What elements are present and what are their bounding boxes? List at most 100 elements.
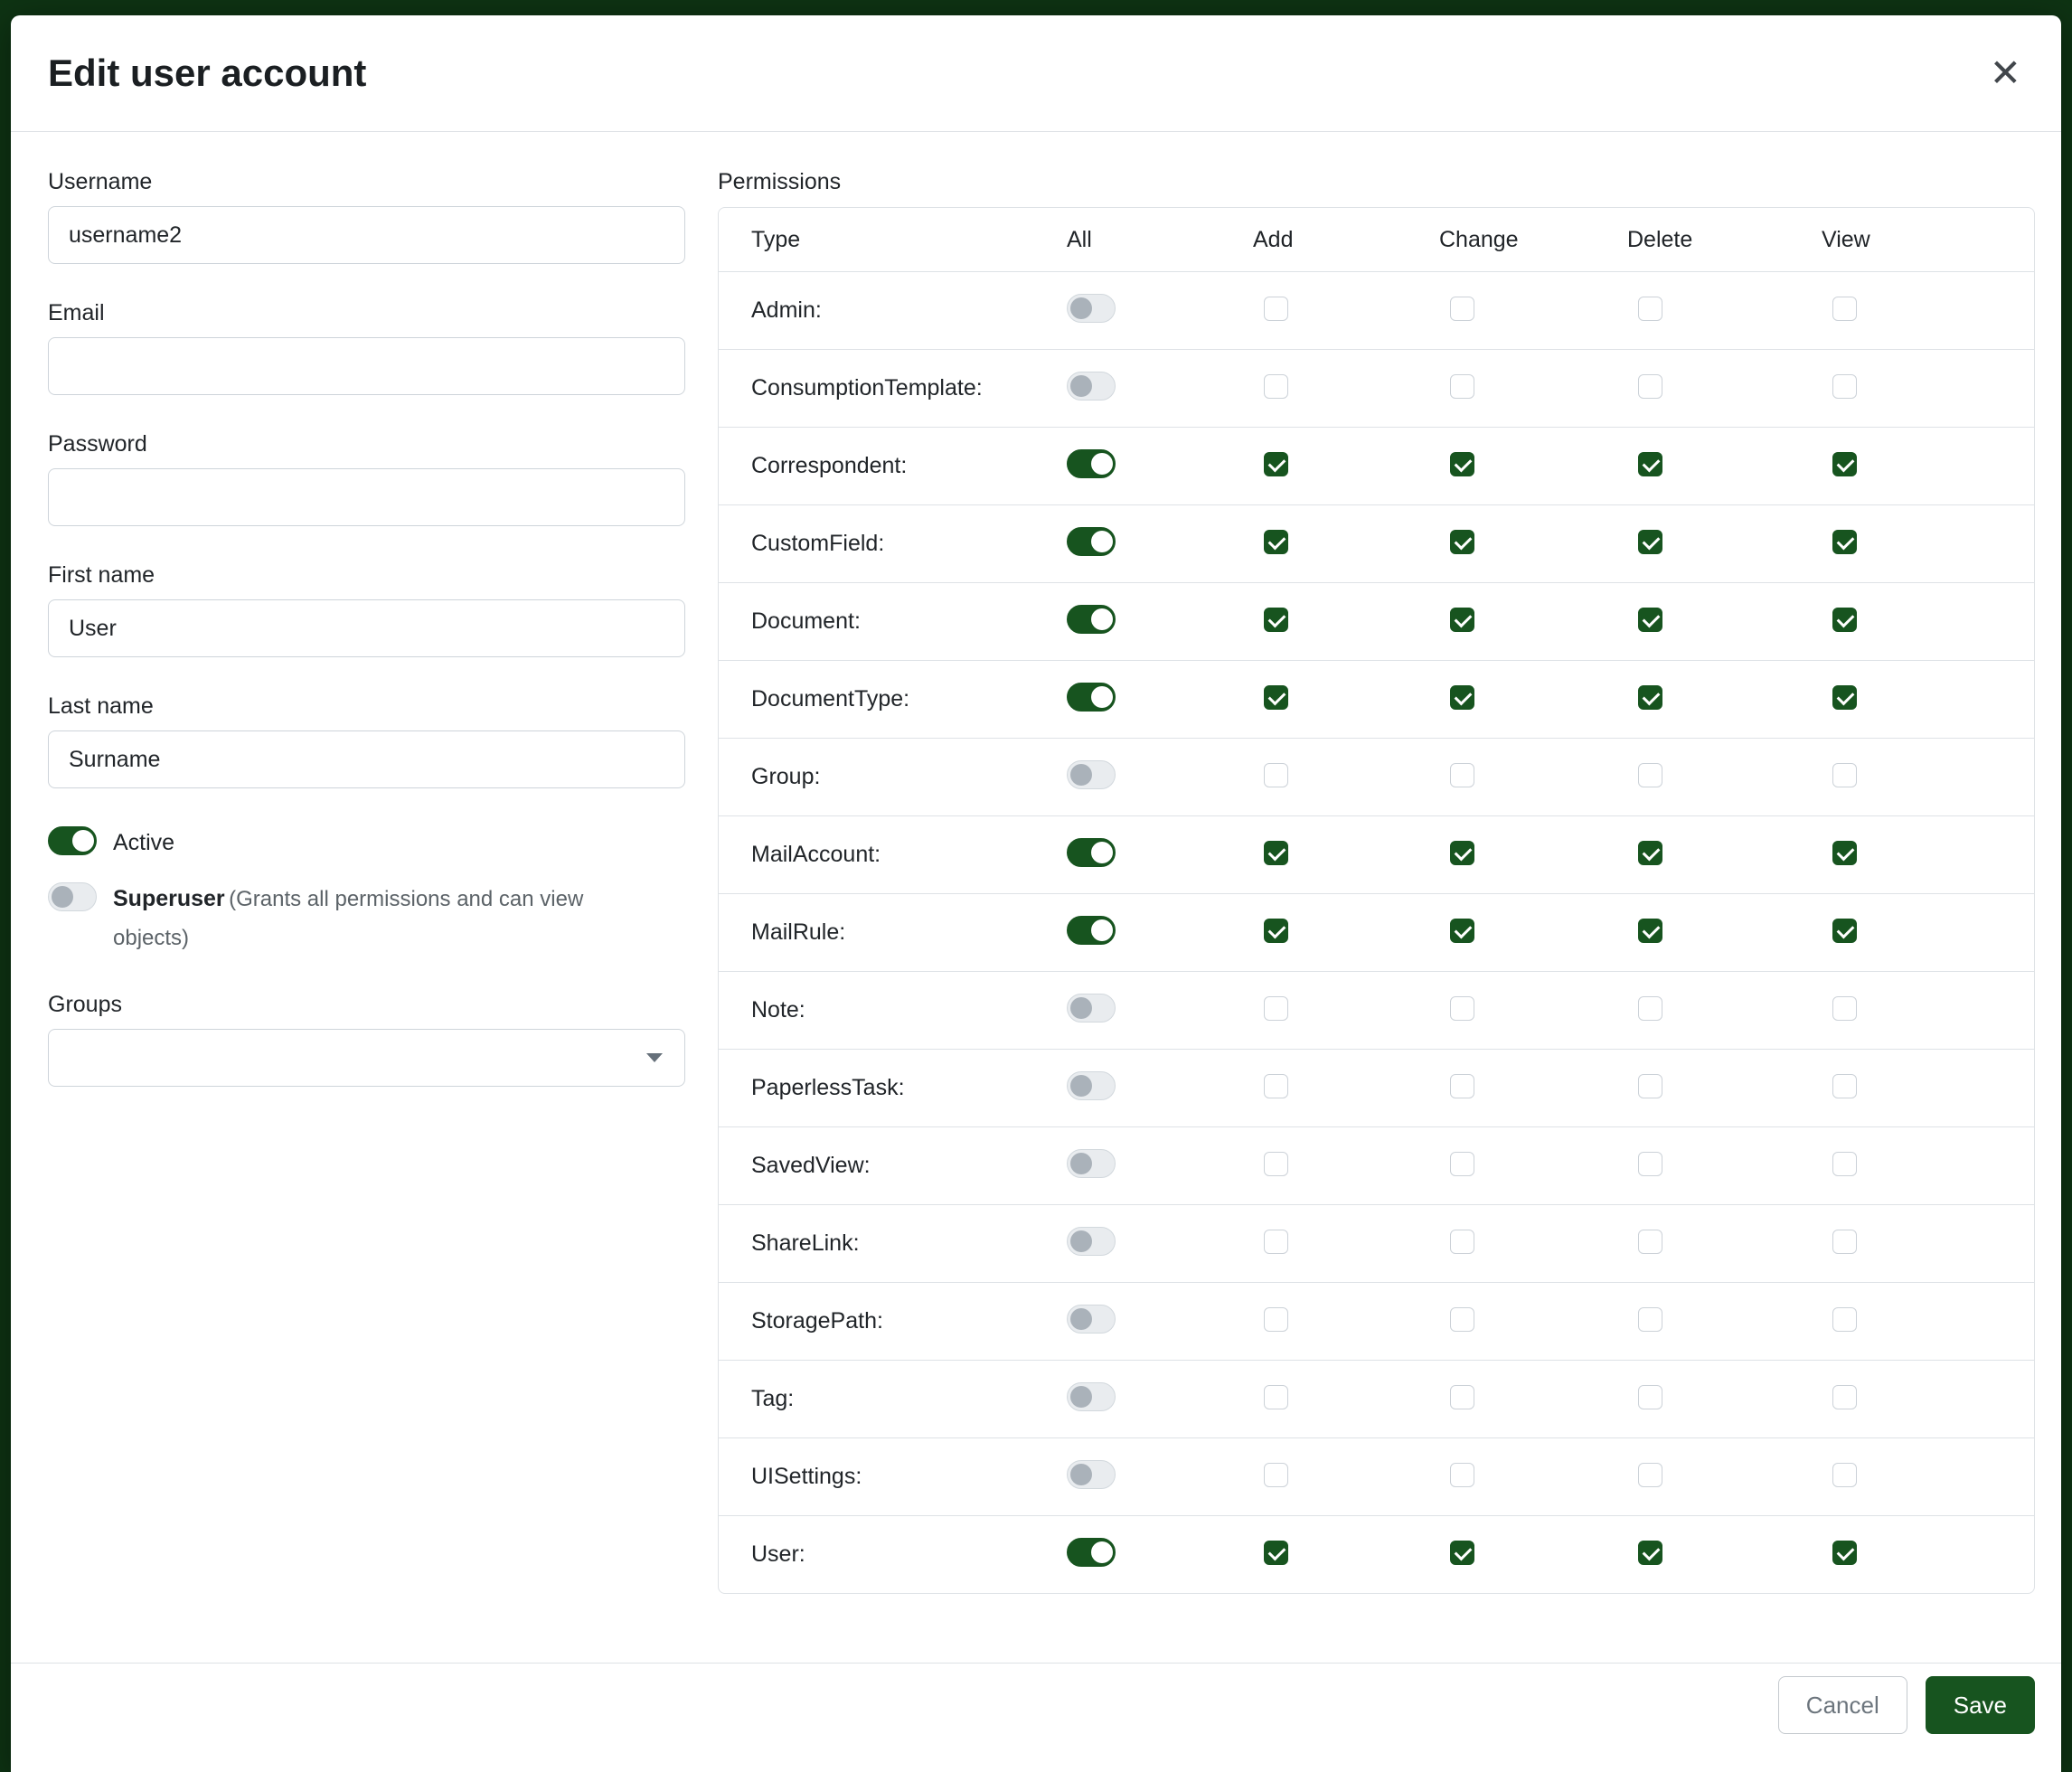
- permission-add-checkbox[interactable]: [1264, 1463, 1288, 1487]
- permission-delete-checkbox[interactable]: [1638, 763, 1662, 787]
- permission-delete-checkbox[interactable]: [1638, 1463, 1662, 1487]
- permission-delete-checkbox[interactable]: [1638, 1385, 1662, 1409]
- permission-view-checkbox[interactable]: [1832, 1152, 1857, 1176]
- permission-add-checkbox[interactable]: [1264, 530, 1288, 554]
- last-name-input[interactable]: [48, 730, 685, 788]
- permission-all-toggle[interactable]: [1067, 1227, 1116, 1256]
- permission-view-checkbox[interactable]: [1832, 1307, 1857, 1332]
- permission-add-checkbox[interactable]: [1264, 608, 1288, 632]
- permission-change-checkbox[interactable]: [1450, 996, 1474, 1021]
- permission-row: Document:: [719, 582, 2034, 660]
- permission-delete-checkbox[interactable]: [1638, 530, 1662, 554]
- permission-change-checkbox[interactable]: [1450, 1541, 1474, 1565]
- permission-add-checkbox[interactable]: [1264, 1307, 1288, 1332]
- permission-change-checkbox[interactable]: [1450, 685, 1474, 710]
- permission-view-checkbox[interactable]: [1832, 1074, 1857, 1098]
- permission-add-checkbox[interactable]: [1264, 1385, 1288, 1409]
- permission-add-checkbox[interactable]: [1264, 1541, 1288, 1565]
- permission-all-toggle[interactable]: [1067, 527, 1116, 556]
- cancel-button[interactable]: Cancel: [1778, 1676, 1907, 1734]
- permission-add-checkbox[interactable]: [1264, 374, 1288, 399]
- permission-view-checkbox[interactable]: [1832, 1463, 1857, 1487]
- close-button[interactable]: ✕: [1984, 49, 2027, 98]
- permission-all-toggle[interactable]: [1067, 916, 1116, 945]
- permission-all-toggle[interactable]: [1067, 372, 1116, 401]
- permission-change-checkbox[interactable]: [1450, 841, 1474, 865]
- permission-all-toggle[interactable]: [1067, 683, 1116, 712]
- permission-delete-checkbox[interactable]: [1638, 297, 1662, 321]
- permission-add-checkbox[interactable]: [1264, 763, 1288, 787]
- permission-change-checkbox[interactable]: [1450, 608, 1474, 632]
- permission-delete-checkbox[interactable]: [1638, 1230, 1662, 1254]
- permission-all-toggle[interactable]: [1067, 1305, 1116, 1334]
- permission-row: Admin:: [719, 271, 2034, 349]
- permission-view-checkbox[interactable]: [1832, 452, 1857, 476]
- permission-view-checkbox[interactable]: [1832, 919, 1857, 943]
- permission-change-checkbox[interactable]: [1450, 1463, 1474, 1487]
- permission-change-checkbox[interactable]: [1450, 1307, 1474, 1332]
- permission-change-checkbox[interactable]: [1450, 297, 1474, 321]
- permission-view-checkbox[interactable]: [1832, 608, 1857, 632]
- permission-view-checkbox[interactable]: [1832, 1541, 1857, 1565]
- permission-delete-checkbox[interactable]: [1638, 1152, 1662, 1176]
- email-input[interactable]: [48, 337, 685, 395]
- permission-add-checkbox[interactable]: [1264, 841, 1288, 865]
- permission-delete-checkbox[interactable]: [1638, 452, 1662, 476]
- permission-add-checkbox[interactable]: [1264, 1074, 1288, 1098]
- permission-add-checkbox[interactable]: [1264, 919, 1288, 943]
- password-input[interactable]: [48, 468, 685, 526]
- superuser-toggle[interactable]: [48, 882, 97, 911]
- active-toggle[interactable]: [48, 826, 97, 855]
- permission-add-checkbox[interactable]: [1264, 297, 1288, 321]
- permission-change-checkbox[interactable]: [1450, 1230, 1474, 1254]
- permission-view-checkbox[interactable]: [1832, 1385, 1857, 1409]
- permission-add-checkbox[interactable]: [1264, 685, 1288, 710]
- username-input[interactable]: [48, 206, 685, 264]
- permission-delete-checkbox[interactable]: [1638, 685, 1662, 710]
- permission-add-checkbox[interactable]: [1264, 1152, 1288, 1176]
- permission-view-checkbox[interactable]: [1832, 996, 1857, 1021]
- permission-all-toggle[interactable]: [1067, 294, 1116, 323]
- permission-change-checkbox[interactable]: [1450, 919, 1474, 943]
- permission-all-toggle[interactable]: [1067, 605, 1116, 634]
- permission-change-checkbox[interactable]: [1450, 530, 1474, 554]
- permission-view-checkbox[interactable]: [1832, 841, 1857, 865]
- permission-delete-checkbox[interactable]: [1638, 996, 1662, 1021]
- permission-change-checkbox[interactable]: [1450, 763, 1474, 787]
- permission-all-toggle[interactable]: [1067, 449, 1116, 478]
- permission-add-checkbox[interactable]: [1264, 1230, 1288, 1254]
- permission-all-toggle[interactable]: [1067, 760, 1116, 789]
- permission-add-checkbox[interactable]: [1264, 452, 1288, 476]
- permission-change-checkbox[interactable]: [1450, 1074, 1474, 1098]
- permission-all-toggle[interactable]: [1067, 1149, 1116, 1178]
- permission-all-toggle[interactable]: [1067, 1460, 1116, 1489]
- permission-row: Group:: [719, 738, 2034, 815]
- permission-change-checkbox[interactable]: [1450, 1385, 1474, 1409]
- permission-view-checkbox[interactable]: [1832, 530, 1857, 554]
- permission-delete-checkbox[interactable]: [1638, 919, 1662, 943]
- permission-view-checkbox[interactable]: [1832, 374, 1857, 399]
- permission-view-checkbox[interactable]: [1832, 297, 1857, 321]
- permission-all-toggle[interactable]: [1067, 994, 1116, 1023]
- permission-change-checkbox[interactable]: [1450, 1152, 1474, 1176]
- permission-view-checkbox[interactable]: [1832, 685, 1857, 710]
- permission-all-toggle[interactable]: [1067, 838, 1116, 867]
- permission-delete-checkbox[interactable]: [1638, 608, 1662, 632]
- permission-change-checkbox[interactable]: [1450, 374, 1474, 399]
- permission-delete-checkbox[interactable]: [1638, 374, 1662, 399]
- header-change: Change: [1439, 227, 1627, 253]
- permission-delete-checkbox[interactable]: [1638, 1541, 1662, 1565]
- permission-delete-checkbox[interactable]: [1638, 841, 1662, 865]
- permission-all-toggle[interactable]: [1067, 1538, 1116, 1567]
- permission-all-toggle[interactable]: [1067, 1382, 1116, 1411]
- permission-all-toggle[interactable]: [1067, 1071, 1116, 1100]
- permission-delete-checkbox[interactable]: [1638, 1074, 1662, 1098]
- save-button[interactable]: Save: [1926, 1676, 2035, 1734]
- permission-delete-checkbox[interactable]: [1638, 1307, 1662, 1332]
- permission-add-checkbox[interactable]: [1264, 996, 1288, 1021]
- permission-view-checkbox[interactable]: [1832, 1230, 1857, 1254]
- permission-change-checkbox[interactable]: [1450, 452, 1474, 476]
- groups-select[interactable]: [48, 1029, 685, 1087]
- first-name-input[interactable]: [48, 599, 685, 657]
- permission-view-checkbox[interactable]: [1832, 763, 1857, 787]
